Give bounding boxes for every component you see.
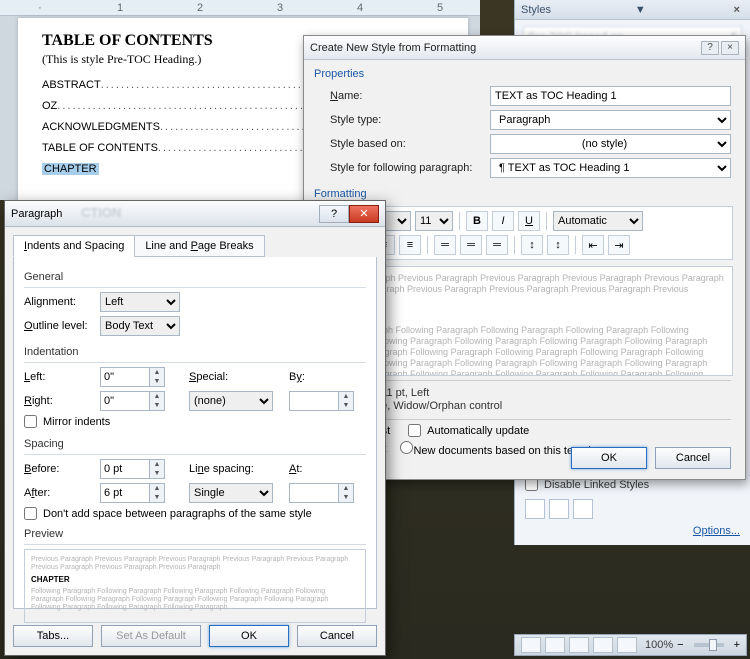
view-draft-button[interactable]	[617, 637, 637, 653]
by-label: By:	[289, 371, 329, 383]
color-select[interactable]: Automatic	[553, 211, 643, 231]
decrease-before-button[interactable]: ↕	[547, 235, 569, 255]
special-select[interactable]: (none)	[189, 391, 273, 411]
size-select[interactable]: 11	[415, 211, 453, 231]
alignment-label: Alignment:	[24, 296, 100, 308]
following-label: Style for following paragraph:	[330, 162, 490, 174]
name-field[interactable]	[490, 86, 731, 106]
outline-label: Outline level:	[24, 320, 100, 332]
underline-button[interactable]: U	[518, 211, 540, 231]
decrease-indent-button[interactable]: ⇤	[582, 235, 604, 255]
tab-strip: Indents and Spacing Line and Page Breaks	[13, 235, 377, 257]
line-spacing-select[interactable]: Single	[189, 483, 273, 503]
zoom-in-button[interactable]: +	[734, 639, 740, 651]
spacing-group: Spacing	[24, 438, 366, 450]
dialog-titlebar: Create New Style from Formatting ?×	[304, 36, 745, 60]
after-label: After:	[24, 487, 100, 499]
outline-select[interactable]: Body Text	[100, 316, 180, 336]
close-icon[interactable]: ✕	[349, 205, 379, 223]
basedon-select[interactable]: (no style)	[490, 134, 731, 154]
increase-before-button[interactable]: ↕	[521, 235, 543, 255]
dialog-title: Create New Style from Formatting	[310, 42, 476, 54]
increase-indent-button[interactable]: ⇥	[608, 235, 630, 255]
indentation-group: Indentation	[24, 346, 366, 358]
cancel-button[interactable]: Cancel	[655, 447, 731, 469]
ok-button[interactable]: OK	[209, 625, 289, 647]
view-outline-button[interactable]	[593, 637, 613, 653]
at-spin[interactable]: ▲▼	[289, 483, 354, 503]
formatting-group: Formatting	[314, 188, 745, 200]
close-icon[interactable]: ×	[721, 41, 739, 55]
spacing-15-button[interactable]: ═	[460, 235, 482, 255]
manage-styles-icon[interactable]	[573, 499, 593, 519]
paragraph-preview: Previous Paragraph Previous Paragraph Pr…	[24, 549, 366, 623]
dialog-titlebar: Paragraph CTION ? ✕	[5, 201, 385, 227]
italic-button[interactable]: I	[492, 211, 514, 231]
after-spin[interactable]: ▲▼	[100, 483, 165, 503]
mirror-indents-checkbox[interactable]: Mirror indents	[24, 415, 366, 428]
view-web-button[interactable]	[569, 637, 589, 653]
cancel-button[interactable]: Cancel	[297, 625, 377, 647]
help-icon[interactable]: ?	[701, 41, 719, 55]
line-spacing-label: Line spacing:	[189, 463, 269, 475]
styles-pane-header: Styles ▼ ×	[515, 0, 750, 20]
type-label: Style type:	[330, 114, 490, 126]
left-indent-label: Left:	[24, 371, 100, 383]
right-indent-label: Right:	[24, 395, 100, 407]
dialog-title: Paragraph	[11, 208, 62, 220]
zoom-label[interactable]: 100%	[645, 639, 673, 651]
zoom-slider[interactable]	[694, 643, 724, 647]
name-label: Name:	[330, 90, 490, 102]
paragraph-dialog: Paragraph CTION ? ✕ Indents and Spacing …	[4, 200, 386, 656]
left-indent-spin[interactable]: ▲▼	[100, 367, 165, 387]
ruler: ·12345	[0, 0, 480, 16]
dont-add-space-checkbox[interactable]: Don't add space between paragraphs of th…	[24, 507, 366, 520]
spacing-1-button[interactable]: ═	[434, 235, 456, 255]
tab-indents-spacing[interactable]: Indents and Spacing	[13, 235, 135, 257]
tabs-button[interactable]: Tabs...	[13, 625, 93, 647]
right-indent-spin[interactable]: ▲▼	[100, 391, 165, 411]
auto-update-checkbox[interactable]	[408, 424, 421, 437]
styles-pane-title: Styles	[521, 4, 551, 16]
alignment-select[interactable]: Left	[100, 292, 180, 312]
tab-line-page-breaks[interactable]: Line and Page Breaks	[134, 235, 264, 257]
zoom-out-button[interactable]: −	[677, 639, 683, 651]
help-icon[interactable]: ?	[319, 205, 349, 223]
properties-group: Properties	[314, 68, 745, 80]
type-select[interactable]: Paragraph	[490, 110, 731, 130]
special-label: Special:	[189, 371, 249, 383]
align-justify-button[interactable]: ≡	[399, 235, 421, 255]
ok-button[interactable]: OK	[571, 447, 647, 469]
style-inspector-icon[interactable]	[549, 499, 569, 519]
by-spin[interactable]: ▲▼	[289, 391, 354, 411]
status-bar: 100% − +	[514, 634, 747, 656]
set-default-button[interactable]: Set As Default	[101, 625, 201, 647]
bold-button[interactable]: B	[466, 211, 488, 231]
before-label: Before:	[24, 463, 100, 475]
spacing-2-button[interactable]: ═	[486, 235, 508, 255]
view-reading-button[interactable]	[545, 637, 565, 653]
at-label: At:	[289, 463, 329, 475]
blurred-text: CTION	[81, 205, 121, 220]
options-link[interactable]: Options...	[525, 525, 740, 537]
preview-group: Preview	[24, 528, 366, 540]
close-icon[interactable]: ×	[730, 4, 744, 16]
basedon-label: Style based on:	[330, 138, 490, 150]
dropdown-icon[interactable]: ▼	[635, 4, 646, 16]
general-group: General	[24, 271, 366, 283]
following-select[interactable]: ¶ TEXT as TOC Heading 1	[490, 158, 731, 178]
before-spin[interactable]: ▲▼	[100, 459, 165, 479]
view-print-button[interactable]	[521, 637, 541, 653]
new-style-icon[interactable]	[525, 499, 545, 519]
